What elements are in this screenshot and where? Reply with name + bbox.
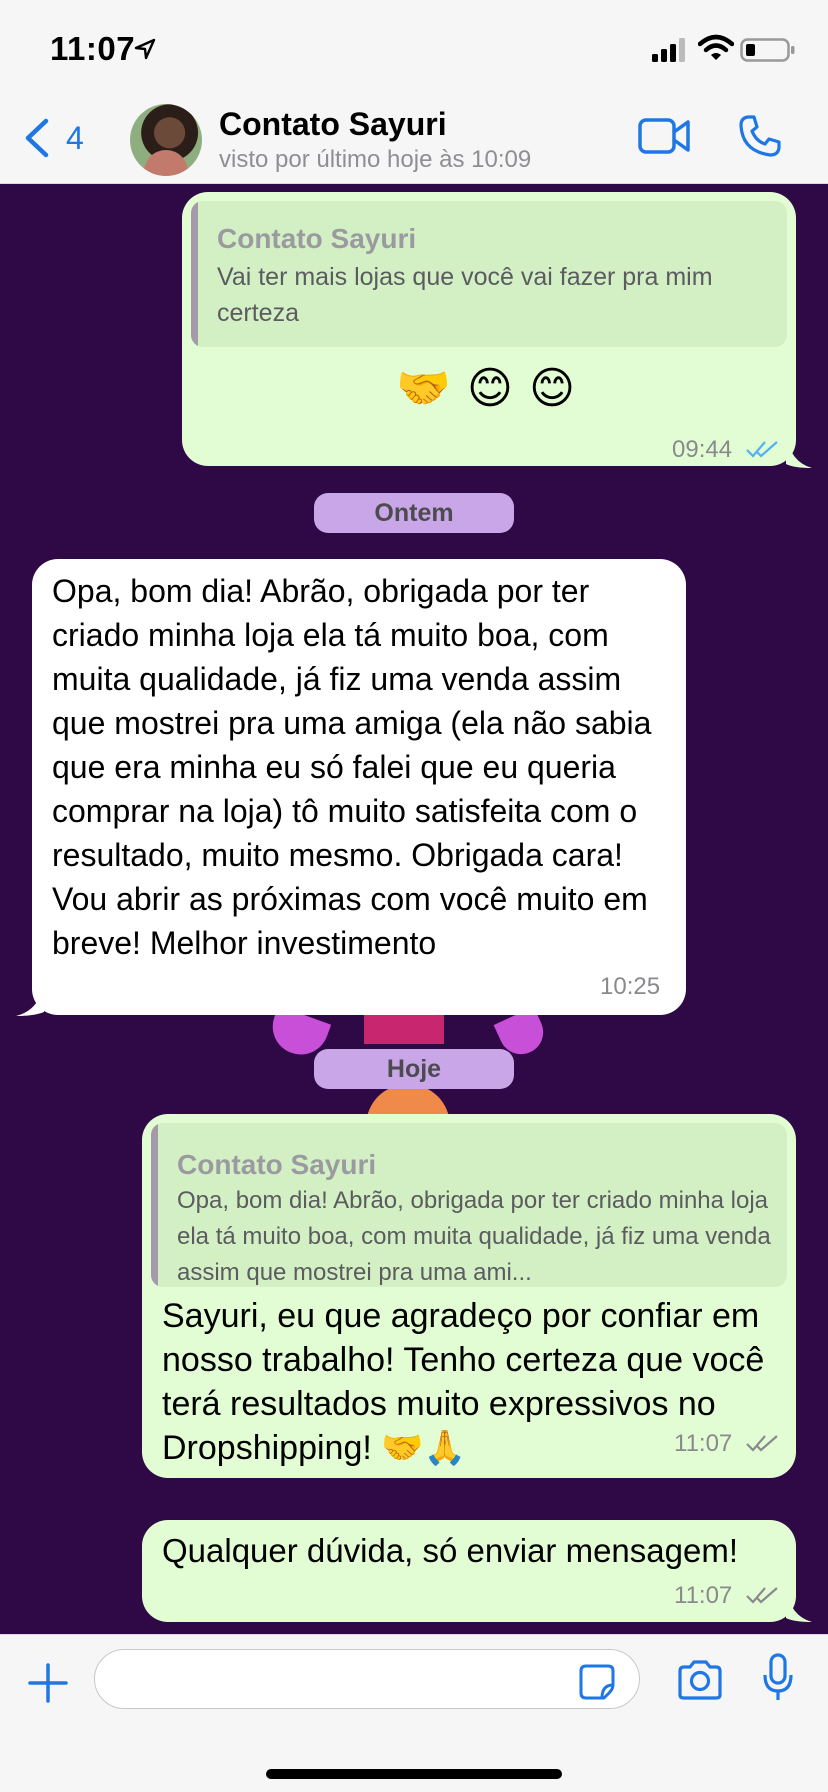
quoted-text: Vai ter mais lojas que você vai fazer pr… <box>217 263 713 327</box>
camera-icon[interactable] <box>676 1659 724 1701</box>
delivered-ticks-icon <box>746 1587 778 1604</box>
message-text: Opa, bom dia! Abrão, obrigada por ter cr… <box>52 573 652 961</box>
bubble-tail <box>786 434 812 468</box>
message-bubble-outgoing[interactable]: Contato Sayuri Opa, bom dia! Abrão, obri… <box>142 1114 796 1478</box>
input-bar <box>0 1634 828 1792</box>
wifi-icon <box>698 34 734 60</box>
home-indicator <box>266 1769 562 1779</box>
phone-call-icon[interactable] <box>738 114 782 158</box>
sticker-icon[interactable] <box>578 1663 616 1701</box>
read-ticks-icon <box>746 441 778 458</box>
bubble-tail <box>786 1588 812 1622</box>
quoted-sender: Contato Sayuri <box>217 223 417 254</box>
chat-area[interactable]: Contato Sayuri Vai ter mais lojas que vo… <box>0 184 828 1634</box>
location-arrow-icon <box>134 38 156 60</box>
message-bubble-incoming[interactable]: Opa, bom dia! Abrão, obrigada por ter cr… <box>32 559 686 1015</box>
battery-icon <box>740 38 795 62</box>
signal-icon <box>652 38 685 62</box>
video-call-icon[interactable] <box>638 116 690 156</box>
status-time: 11:07 <box>50 30 136 67</box>
chat-header: 4 Contato Sayuri visto por último hoje à… <box>0 92 828 184</box>
date-separator: Ontem <box>314 493 514 533</box>
avatar[interactable] <box>130 104 202 176</box>
back-chevron-icon[interactable] <box>22 118 52 158</box>
quoted-message[interactable]: Contato Sayuri Opa, bom dia! Abrão, obri… <box>151 1123 787 1287</box>
message-time: 10:25 <box>600 973 661 1000</box>
quoted-message[interactable]: Contato Sayuri Vai ter mais lojas que vo… <box>191 201 787 347</box>
message-bubble-outgoing[interactable]: Qualquer dúvida, só enviar mensagem! 11:… <box>142 1520 796 1622</box>
plus-icon[interactable] <box>26 1661 70 1705</box>
last-seen-status: visto por último hoje às 10:09 <box>219 146 532 173</box>
message-bubble-outgoing[interactable]: Contato Sayuri Vai ter mais lojas que vo… <box>182 192 796 466</box>
bubble-tail <box>16 982 44 1016</box>
message-text: 🤝 😊 😊 <box>396 364 577 413</box>
unread-count[interactable]: 4 <box>66 120 84 157</box>
delivered-ticks-icon <box>746 1435 778 1452</box>
microphone-icon[interactable] <box>762 1653 794 1703</box>
message-time: 09:44 <box>672 436 733 463</box>
status-bar: 11:07 <box>0 0 828 92</box>
quoted-sender: Contato Sayuri <box>177 1149 377 1180</box>
message-time: 11:07 <box>674 1582 733 1609</box>
message-time: 11:07 <box>674 1430 733 1457</box>
message-input[interactable] <box>94 1649 640 1709</box>
date-separator: Hoje <box>314 1049 514 1089</box>
contact-name[interactable]: Contato Sayuri <box>219 106 447 143</box>
quoted-text: Opa, bom dia! Abrão, obrigada por ter cr… <box>177 1187 771 1286</box>
message-text: Qualquer dúvida, só enviar mensagem! <box>162 1532 738 1569</box>
